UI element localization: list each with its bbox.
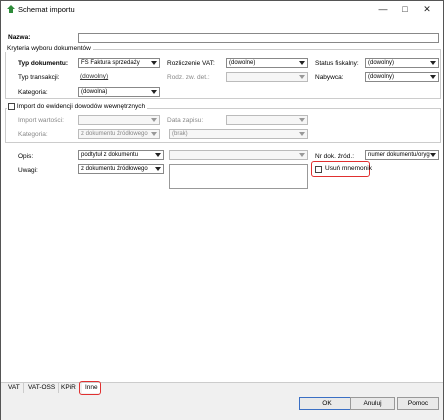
minimize-icon[interactable]: — (377, 4, 389, 14)
chevron-down-icon (299, 61, 305, 65)
nazwa-label: Nazwa: (8, 34, 31, 41)
nr-dok-label: Nr dok. źród.: (315, 153, 355, 160)
chevron-down-icon (299, 132, 305, 136)
ok-button[interactable]: OK (299, 397, 355, 410)
cancel-button[interactable]: Anuluj (350, 397, 395, 410)
nr-dok-value: numer dokumentu/oryg (368, 152, 430, 158)
tab-vat[interactable]: VAT (5, 383, 24, 393)
tab-kpir[interactable]: KPiR (58, 383, 80, 393)
tab-inne-highlight (79, 381, 101, 395)
kategoria-label: Kategoria: (18, 89, 48, 96)
typ-dokumentu-value: FS Faktura sprzedaży (81, 60, 140, 66)
nazwa-input[interactable] (78, 33, 439, 43)
rozliczenie-vat-select[interactable]: (dowolne) (226, 58, 308, 68)
typ-transakcji-label: Typ transakcji: (18, 74, 60, 81)
status-fiskalny-select[interactable]: (dowolny) (365, 58, 439, 68)
data-zapisu-select[interactable] (226, 115, 308, 125)
rodz-zw-det-label: Rodz. zw. det.: (167, 74, 210, 81)
kategoria-value: (dowolna) (81, 89, 108, 95)
close-icon[interactable]: ✕ (421, 4, 433, 14)
opis-select[interactable]: podtytuł z dokumentu (78, 150, 164, 160)
uwagi-label: Uwagi: (18, 167, 38, 174)
maximize-icon[interactable]: □ (399, 4, 411, 14)
typ-dokumentu-select[interactable]: FS Faktura sprzedaży (78, 58, 160, 68)
import-schema-window: Schemat importu — □ ✕ Nazwa: Kryteria wy… (0, 0, 444, 420)
usun-mnemonik-checkbox[interactable] (315, 166, 322, 173)
typ-transakcji-link[interactable]: (dowolny) (80, 73, 108, 80)
chevron-down-icon (430, 61, 436, 65)
ewidencja-kategoria2-select[interactable]: (brak) (169, 129, 308, 139)
title-bar: Schemat importu — □ ✕ (1, 1, 443, 18)
ewidencja-kategoria-value: z dokumentu źródłowego (81, 131, 148, 137)
help-button[interactable]: Pomoc (397, 397, 439, 410)
import-ewidencji-header: Import do ewidencji dowodów wewnętrznych (7, 103, 148, 111)
chevron-down-icon (430, 153, 436, 157)
chevron-down-icon (151, 90, 157, 94)
rozliczenie-vat-label: Rozliczenie VAT: (167, 60, 215, 67)
chevron-down-icon (430, 75, 436, 79)
status-fiskalny-value: (dowolny) (368, 60, 395, 66)
uwagi-select[interactable]: z dokumentu źródłowego (78, 164, 164, 174)
chevron-down-icon (155, 153, 161, 157)
typ-dokumentu-label: Typ dokumentu: (18, 60, 69, 67)
import-ewidencji-checkbox[interactable] (8, 103, 15, 110)
nabywca-label: Nabywca: (315, 74, 344, 81)
import-wartosci-label: Import wartości: (18, 117, 64, 124)
nabywca-select[interactable]: (dowolny) (365, 72, 439, 82)
chevron-down-icon (299, 153, 305, 157)
data-zapisu-label: Data zapisu: (167, 117, 204, 124)
ewidencja-kategoria-label: Kategoria: (18, 131, 48, 138)
ewidencja-kategoria-select[interactable]: z dokumentu źródłowego (78, 129, 160, 139)
chevron-down-icon (151, 118, 157, 122)
nabywca-value: (dowolny) (368, 74, 395, 80)
kryteria-group-label: Kryteria wyboru dokumentów (5, 45, 93, 52)
import-wartosci-select[interactable] (78, 115, 160, 125)
chevron-down-icon (151, 61, 157, 65)
uwagi-value: z dokumentu źródłowego (81, 166, 148, 172)
kategoria-select[interactable]: (dowolna) (78, 87, 160, 97)
ewidencja-kategoria2-value: (brak) (172, 131, 188, 137)
chevron-down-icon (299, 118, 305, 122)
import-ewidencji-label: Import do ewidencji dowodów wewnętrznych (16, 103, 146, 110)
app-icon (7, 5, 15, 13)
nr-dok-select[interactable]: numer dokumentu/oryg (365, 150, 439, 160)
chevron-down-icon (155, 167, 161, 171)
chevron-down-icon (299, 75, 305, 79)
rozliczenie-vat-value: (dowolne) (229, 60, 256, 66)
chevron-down-icon (151, 132, 157, 136)
tab-vat-oss[interactable]: VAT-OSS (25, 383, 60, 393)
status-fiskalny-label: Status fiskalny: (315, 60, 359, 67)
opis-extra-select[interactable] (169, 150, 308, 160)
uwagi-textarea[interactable] (169, 164, 308, 189)
opis-label: Opis: (18, 153, 34, 160)
usun-mnemonik-label: Usuń mnemonik (325, 165, 372, 172)
window-title: Schemat importu (18, 5, 75, 14)
opis-value: podtytuł z dokumentu (81, 152, 139, 158)
rodz-zw-det-select[interactable] (226, 72, 308, 82)
